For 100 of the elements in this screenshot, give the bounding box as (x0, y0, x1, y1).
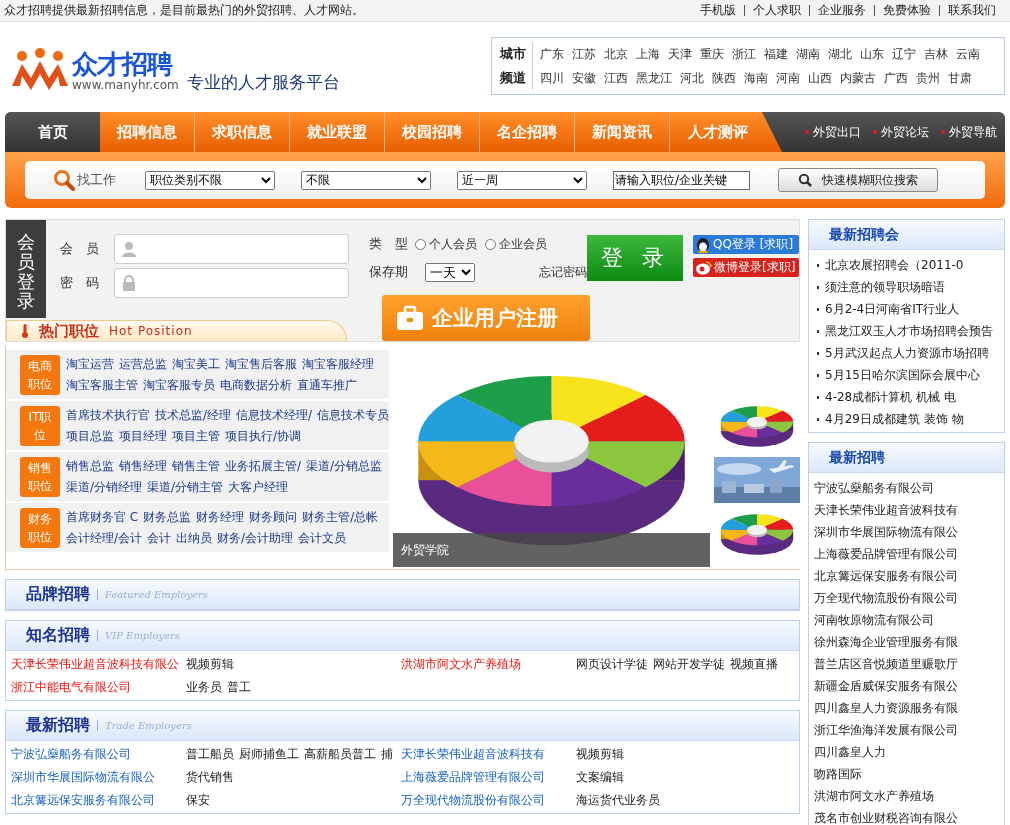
city-link[interactable]: 贵州 (916, 69, 940, 87)
city-link[interactable]: 吉林 (924, 45, 948, 63)
job-link[interactable]: 项目总监 (66, 425, 114, 447)
nav-link[interactable]: 外贸导航 (949, 123, 997, 141)
radio-button[interactable] (484, 238, 496, 250)
job-link[interactable]: 业务拓展主管/ (225, 455, 302, 477)
job-link[interactable]: 首席财务官 C (66, 506, 139, 528)
city-link[interactable]: 浙江 (732, 45, 756, 63)
sidebar-link[interactable]: 天津长荣伟业超音波科技有 (814, 501, 958, 519)
job-link[interactable]: 文案编辑 (576, 767, 624, 788)
dropdown[interactable]: 不限 (301, 170, 431, 190)
job-link[interactable]: 财务总监 (143, 506, 192, 528)
job-link[interactable]: 厨师捕鱼工 (239, 744, 299, 765)
job-link[interactable]: 保安 (186, 790, 210, 811)
job-link[interactable]: 淘宝客服专员 (143, 374, 215, 396)
job-link[interactable]: 视频剪辑 (186, 654, 234, 675)
radio-button[interactable] (414, 238, 426, 250)
job-link[interactable]: 财务主管/总帐 (302, 506, 379, 528)
top-link[interactable]: 企业服务 (810, 2, 874, 19)
city-link[interactable]: 广东 (540, 45, 564, 63)
job-link[interactable]: 销售主管 (172, 455, 220, 477)
sidebar-link[interactable]: 上海薇爱品牌管理有限公司 (814, 545, 958, 563)
city-link[interactable]: 四川 (540, 69, 564, 87)
job-link[interactable]: 直通车推广 (297, 374, 357, 396)
city-link[interactable]: 北京 (604, 45, 628, 63)
city-link[interactable]: 安徽 (572, 69, 596, 87)
job-link[interactable]: 淘宝运营 (66, 353, 114, 375)
city-link[interactable]: 甘肃 (948, 69, 972, 87)
city-link[interactable]: 天津 (668, 45, 692, 63)
sidebar-link[interactable]: 4-28成都计算机 机械 电 (825, 388, 956, 406)
job-link[interactable]: 渠道/分销总监 (306, 455, 383, 477)
sidebar-link[interactable]: 4月29日成都建筑 装饰 物 (825, 410, 964, 428)
sidebar-link[interactable]: 须注意的领导职场暗语 (825, 278, 945, 296)
sidebar-link[interactable]: 四川鑫皇人力 (814, 743, 886, 761)
job-link[interactable]: 海运货代业务员 (576, 790, 660, 811)
job-link[interactable]: 项目主管 (172, 425, 220, 447)
top-link[interactable]: 免费体验 (875, 2, 939, 19)
sidebar-link[interactable]: 宁波弘燊船务有限公司 (814, 479, 934, 497)
sidebar-link[interactable]: 北京篝远保安服务有限公司 (814, 567, 958, 585)
job-link[interactable]: 业务员 (186, 677, 222, 698)
sidebar-link[interactable]: 四川鑫皇人力资源服务有限 (814, 699, 958, 717)
job-link[interactable]: 运营总监 (119, 353, 167, 375)
company-link[interactable]: 洪湖市阿文水产养殖场 (401, 654, 576, 675)
job-link[interactable]: 淘宝售后客服 (225, 353, 297, 375)
job-link[interactable]: 货代销售 (186, 767, 234, 788)
city-link[interactable]: 山西 (808, 69, 832, 87)
city-link[interactable]: 山东 (860, 45, 884, 63)
sidebar-link[interactable]: 普兰店区音悦频道里赈歌厅 (814, 655, 958, 673)
sidebar-link[interactable]: 5月武汉起点人力资源市场招聘 (825, 344, 989, 362)
dropdown[interactable]: 近一周 (457, 170, 587, 190)
forgot-password-link[interactable]: 忘记密码 (539, 263, 588, 281)
sidebar-link[interactable]: 洪湖市阿文水产养殖场 (814, 787, 934, 805)
job-link[interactable]: 项目经理 (119, 425, 167, 447)
city-link[interactable]: 上海 (636, 45, 660, 63)
job-link[interactable]: 首席技术执行官 (66, 404, 150, 426)
job-link[interactable]: 渠道/分销主管 (147, 476, 224, 498)
weibo-login-button[interactable]: 微博登录[求职] (693, 258, 799, 277)
top-link[interactable]: 个人求职 (745, 2, 809, 19)
city-link[interactable]: 湖南 (796, 45, 820, 63)
sidebar-link[interactable]: 茂名市创业财税咨询有限公 (814, 809, 958, 825)
job-link[interactable]: 会计经理/会计 (66, 527, 143, 549)
job-link[interactable]: 会计 (147, 527, 172, 549)
sidebar-link[interactable]: 浙江华渔海洋发展有限公司 (814, 721, 958, 739)
job-link[interactable]: 渠道/分销经理 (66, 476, 143, 498)
city-link[interactable]: 陕西 (712, 69, 736, 87)
city-link[interactable]: 内蒙古 (840, 69, 876, 87)
company-link[interactable]: 天津长荣伟业超音波科技有限公 (11, 654, 186, 675)
job-link[interactable]: 销售经理 (119, 455, 167, 477)
qq-login-button[interactable]: QQ登录 [求职] (693, 235, 799, 254)
sidebar-link[interactable]: 吻路国际 (814, 765, 862, 783)
company-link[interactable]: 北京篝远保安服务有限公司 (11, 790, 186, 811)
sidebar-link[interactable]: 深圳市华展国际物流有限公 (814, 523, 958, 541)
city-link[interactable]: 黑龙江 (636, 69, 672, 87)
city-link[interactable]: 江苏 (572, 45, 596, 63)
job-link[interactable]: 网站开发学徒 (653, 654, 725, 675)
job-link[interactable]: 视频直播 (730, 654, 778, 675)
job-link[interactable]: 淘宝美工 (172, 353, 220, 375)
top-link[interactable]: 手机版 (692, 2, 744, 19)
sidebar-link[interactable]: 万全现代物流股份有限公司 (814, 589, 958, 607)
nav-link[interactable]: 外贸论坛 (881, 123, 929, 141)
job-link[interactable]: 高薪船员普工 (304, 744, 376, 765)
job-link[interactable]: 信息技术经理/ (236, 404, 313, 426)
job-link[interactable]: 财务经理 (196, 506, 245, 528)
sidebar-link[interactable]: 5月15日哈尔滨国际会展中心 (825, 366, 980, 384)
city-link[interactable]: 福建 (764, 45, 788, 63)
company-link[interactable]: 宁波弘燊船务有限公司 (11, 744, 186, 765)
company-link[interactable]: 浙江中能电气有限公司 (11, 677, 186, 698)
sidebar-link[interactable]: 北京农展招聘会（2011-0 (825, 256, 964, 274)
company-link[interactable]: 天津长荣伟业超音波科技有 (401, 744, 576, 765)
sidebar-link[interactable]: 新疆金盾威保安服务有限公 (814, 677, 958, 695)
city-link[interactable]: 重庆 (700, 45, 724, 63)
hot-position-tab[interactable]: 热门职位 Hot Position (6, 320, 347, 341)
city-link[interactable]: 河北 (680, 69, 704, 87)
sidebar-link[interactable]: 黑龙江双玉人才市场招聘会预告 (825, 322, 993, 340)
job-link[interactable]: 财务/会计助理 (217, 527, 294, 549)
top-link[interactable]: 联系我们 (940, 2, 1004, 19)
job-link[interactable]: 淘宝客服经理 (302, 353, 374, 375)
job-link[interactable]: 捕 (381, 744, 393, 765)
dropdown[interactable]: 一天 (424, 262, 475, 282)
password-field[interactable] (114, 268, 349, 298)
